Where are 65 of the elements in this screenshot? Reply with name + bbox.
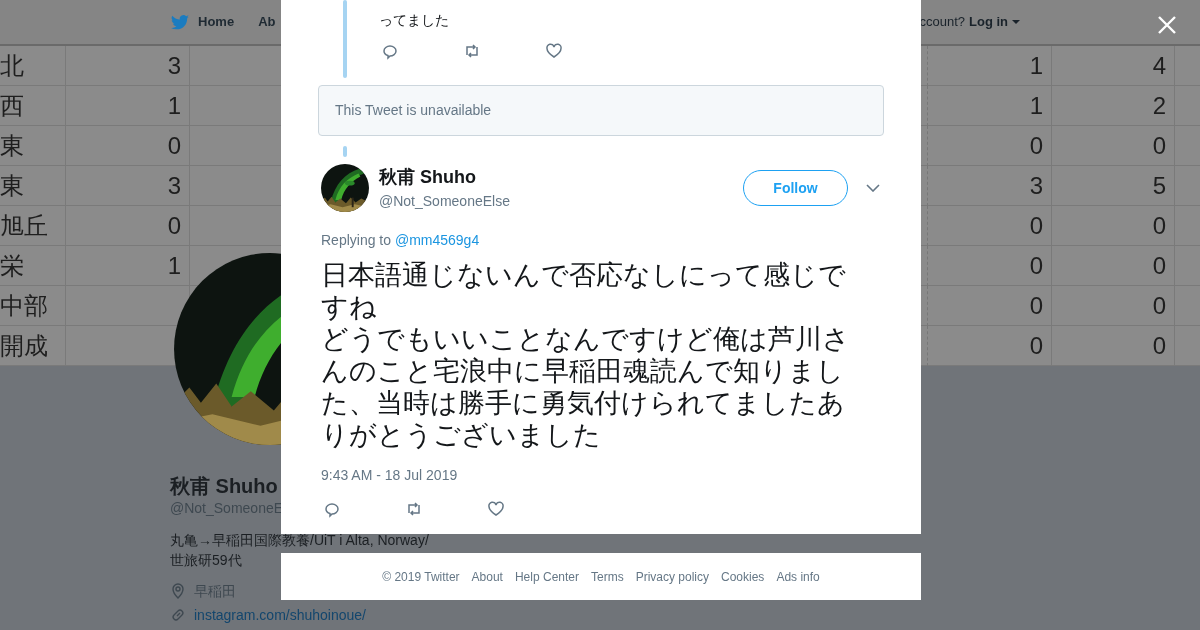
chevron-icon[interactable] <box>866 184 880 192</box>
footer-text: © 2019 Twitter <box>382 568 460 586</box>
table-cell: 3 <box>928 166 1052 206</box>
table-cell: 4 <box>1052 46 1175 86</box>
footer-link[interactable]: Cookies <box>721 567 765 586</box>
table-cell: 開成 <box>0 326 66 366</box>
table-cell: 旭丘 <box>0 206 66 246</box>
table-cell: 0 <box>1052 126 1175 166</box>
table-cell: 栄 <box>0 246 66 286</box>
table-cell: 0 <box>1052 286 1175 326</box>
tweet-paragraph: 日本語通じないんで否応なしにって感じですね <box>321 259 847 323</box>
profile-name: 秋甫 Shuho <box>170 474 278 498</box>
table-cell: 1 <box>66 86 190 126</box>
table-cell: 0 <box>1052 206 1175 246</box>
footer-link[interactable]: Privacy policy <box>635 567 709 586</box>
follow-button[interactable]: Follow <box>743 170 848 206</box>
table-cell: 0 <box>928 126 1052 166</box>
table-cell: 0 <box>928 206 1052 246</box>
unavailable-notice: This Tweet is unavailable <box>318 85 884 136</box>
tweet-timestamp: 9:43 AM - 18 Jul 2019 <box>321 466 458 485</box>
table-cell: 中部 <box>0 286 66 326</box>
nav-link[interactable]: Ab <box>258 12 276 32</box>
retweet-icon[interactable] <box>405 500 423 518</box>
table-cell: 0 <box>1052 246 1175 286</box>
link-icon <box>170 607 186 623</box>
table-cell: 東 <box>0 126 66 166</box>
table-cell: 5 <box>1052 166 1175 206</box>
table-cell: 0 <box>1052 326 1175 366</box>
tweet-text: ってました <box>379 11 449 30</box>
footer-link[interactable]: About <box>471 567 503 586</box>
table-cell: 1 <box>66 246 190 286</box>
author-handle: @Not_SomeoneElse <box>379 192 510 211</box>
table-cell: 東 <box>0 166 66 206</box>
replying-line: Replying to @mm4569g4 <box>321 231 480 250</box>
heart-icon[interactable] <box>487 500 505 518</box>
reply-icon[interactable] <box>323 500 341 518</box>
footer-link[interactable]: Ads info <box>776 567 820 586</box>
location-pin-icon <box>170 583 186 599</box>
table-cell: 1 <box>928 46 1052 86</box>
table-cell: 0 <box>928 246 1052 286</box>
footer-link[interactable]: Help Center <box>514 567 579 586</box>
table-cell: 3 <box>66 46 190 86</box>
table-cell: 西 <box>0 86 66 126</box>
author-name: 秋甫 Shuho <box>379 166 477 189</box>
heart-icon[interactable] <box>545 42 563 60</box>
tweet-paragraph: どうでもいいことなんですけど俺は芦川さんのこと宅浪中に早稲田魂読んで知りました、当時は勝手に勇気付けられてましたありがとうございました <box>321 323 851 451</box>
table-cell: 0 <box>928 326 1052 366</box>
table-cell: 0 <box>928 286 1052 326</box>
table-cell: 3 <box>66 166 190 206</box>
table-cell: 北 <box>0 46 66 86</box>
caret-icon <box>1012 20 1020 24</box>
reply-icon[interactable] <box>381 42 399 60</box>
bird-icon <box>170 13 190 31</box>
table-cell: 0 <box>66 206 190 246</box>
profile-bio: 丸亀→早稲田国際教養/UiT i Alta, Norway/ <box>170 531 429 550</box>
login-link[interactable]: Log in <box>969 12 1020 32</box>
footer-link[interactable]: Terms <box>591 567 624 586</box>
table-cell: 0 <box>66 126 190 166</box>
profile-bio: 世旅研59代 <box>170 551 242 570</box>
account-prompt: ccount? <box>919 13 965 32</box>
mention-link[interactable]: @mm4569g4 <box>394 232 480 248</box>
table-cell: 1 <box>928 86 1052 126</box>
nav-link[interactable]: Home <box>170 12 235 32</box>
table-cell: 2 <box>1052 86 1175 126</box>
retweet-icon[interactable] <box>463 42 481 60</box>
